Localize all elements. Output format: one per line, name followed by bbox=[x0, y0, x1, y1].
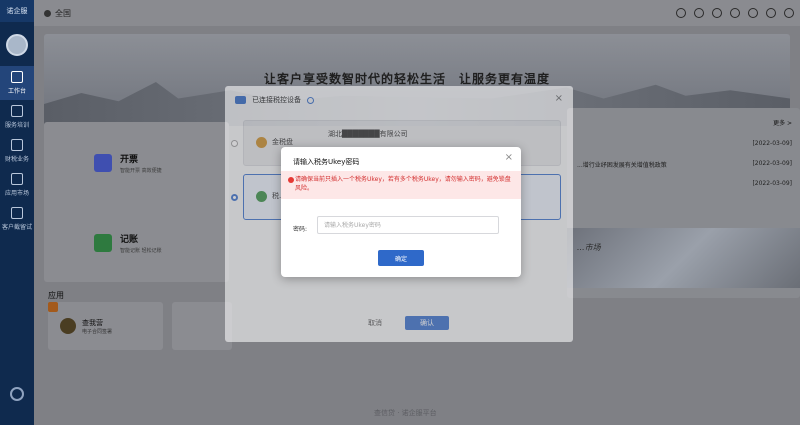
home-icon bbox=[11, 71, 23, 83]
invoice-icon bbox=[94, 154, 112, 172]
confirm-device-button[interactable]: 确认 bbox=[405, 316, 449, 330]
device-radio[interactable] bbox=[231, 140, 238, 147]
sidebar-item-label: 财税业务 bbox=[4, 156, 29, 163]
bookkeeping-icon bbox=[94, 234, 112, 252]
sidebar-item-label: 客户截留试 bbox=[1, 224, 32, 231]
app-card[interactable]: 查我营 电子合同签署 bbox=[48, 302, 163, 350]
feature-title: 记账 bbox=[120, 235, 139, 245]
more-link[interactable]: 更多 > bbox=[773, 118, 792, 127]
sidebar-item-label: 工作台 bbox=[7, 88, 26, 95]
sidebar-item-app-market[interactable]: 应用市场 bbox=[0, 168, 34, 202]
refresh-icon[interactable] bbox=[694, 8, 704, 18]
device-name: 金税盘 bbox=[272, 138, 293, 146]
minimize-icon[interactable] bbox=[748, 8, 758, 18]
app-card[interactable] bbox=[172, 302, 232, 350]
device-icon bbox=[235, 96, 246, 104]
book-icon bbox=[11, 105, 23, 117]
sidebar-item-customer[interactable]: 客户截留试 bbox=[0, 202, 34, 236]
news-date: [2022-03-09] bbox=[752, 140, 792, 147]
confirm-button[interactable]: 确定 bbox=[378, 250, 424, 266]
top-bar: 全国 bbox=[34, 0, 800, 26]
help-icon[interactable] bbox=[730, 8, 740, 18]
window-tools bbox=[676, 8, 794, 18]
banner-slogan: 让客户享受数智时代的轻松生活 让服务更有温度 bbox=[264, 72, 551, 86]
shield-icon bbox=[11, 139, 23, 151]
sidebar-item-label: 应用市场 bbox=[4, 190, 29, 197]
apps-section-title: 应用 bbox=[48, 291, 64, 300]
feature-card: 开票 智能开票 高效便捷 记账 智能记账 轻松记账 bbox=[44, 122, 229, 282]
golden-tax-disk-icon bbox=[256, 137, 267, 148]
feature-title: 开票 bbox=[120, 155, 139, 165]
sidebar-item-tax[interactable]: 财税业务 bbox=[0, 134, 34, 168]
warning-icon bbox=[288, 177, 294, 183]
bell-icon[interactable] bbox=[712, 8, 722, 18]
cancel-button[interactable]: 取消 bbox=[355, 316, 395, 330]
app-name: 查我营 bbox=[82, 319, 103, 327]
password-input[interactable] bbox=[317, 216, 499, 234]
news-item[interactable]: ...增行业纾困发展有关增值税政策 [2022-03-09] bbox=[577, 160, 792, 169]
ukey-password-dialog: 请输入税务Ukey密码 × 请确保当前只插入一个税务Ukey，若有多个税务Uke… bbox=[281, 147, 521, 277]
sidebar-item-training[interactable]: 服务培训 bbox=[0, 100, 34, 134]
news-date: [2022-03-09] bbox=[752, 160, 792, 167]
warning-banner: 请确保当前只插入一个税务Ukey，若有多个税务Ukey，请勿输入密码，避免锁盘风… bbox=[281, 171, 521, 199]
news-banner-image[interactable]: ...市场 bbox=[567, 228, 800, 288]
app-desc: 电子合同签署 bbox=[82, 329, 113, 335]
location-icon bbox=[44, 9, 51, 17]
news-date: [2022-03-09] bbox=[752, 180, 792, 187]
close-icon[interactable]: × bbox=[505, 152, 513, 163]
headset-icon[interactable] bbox=[676, 8, 686, 18]
left-sidebar: 诺企服 工作台 服务培训 财税业务 应用市场 客户截留试 bbox=[0, 0, 34, 425]
settings-gear-icon[interactable] bbox=[10, 387, 24, 401]
device-dialog-header: 已连接税控设备 bbox=[225, 86, 573, 114]
feature-invoice[interactable]: 开票 智能开票 高效便捷 bbox=[94, 152, 162, 174]
device-radio[interactable] bbox=[231, 194, 238, 201]
sidebar-item-label: 服务培训 bbox=[4, 122, 29, 129]
refresh-icon[interactable] bbox=[307, 96, 314, 104]
store-icon bbox=[11, 173, 23, 185]
password-dialog-title: 请输入税务Ukey密码 bbox=[293, 158, 360, 166]
feature-desc: 智能记账 轻松记账 bbox=[120, 248, 162, 254]
warning-text: 请确保当前只插入一个税务Ukey，若有多个税务Ukey，请勿输入密码，避免锁盘风… bbox=[295, 176, 511, 192]
news-item[interactable]: [2022-03-09] bbox=[577, 140, 792, 147]
tab-home[interactable]: 全国 bbox=[44, 8, 71, 19]
close-icon[interactable]: × bbox=[555, 93, 563, 104]
menu-icon[interactable] bbox=[784, 8, 794, 18]
tab-home-label: 全国 bbox=[55, 8, 71, 18]
tax-ukey-icon bbox=[256, 191, 267, 202]
avatar[interactable] bbox=[6, 34, 28, 56]
wifi-icon[interactable] bbox=[766, 8, 776, 18]
device-dialog-title: 已连接税控设备 bbox=[252, 96, 301, 104]
device-company: 湖北███████有限公司 bbox=[328, 130, 408, 138]
footer-brand: 查信贷 · 诺企服平台 bbox=[374, 409, 437, 417]
news-card: 更多 > [2022-03-09] ...增行业纾困发展有关增值税政策 [202… bbox=[567, 108, 800, 298]
app-brand: 诺企服 bbox=[0, 0, 34, 22]
square-icon bbox=[11, 207, 23, 219]
app-logo-icon bbox=[60, 318, 76, 334]
password-label: 密码: bbox=[293, 226, 308, 233]
hot-badge-icon bbox=[48, 302, 58, 312]
sidebar-item-workbench[interactable]: 工作台 bbox=[0, 66, 34, 100]
news-item[interactable]: [2022-03-09] bbox=[577, 180, 792, 187]
feature-bookkeeping[interactable]: 记账 智能记账 轻松记账 bbox=[94, 232, 162, 254]
feature-desc: 智能开票 高效便捷 bbox=[120, 168, 162, 174]
